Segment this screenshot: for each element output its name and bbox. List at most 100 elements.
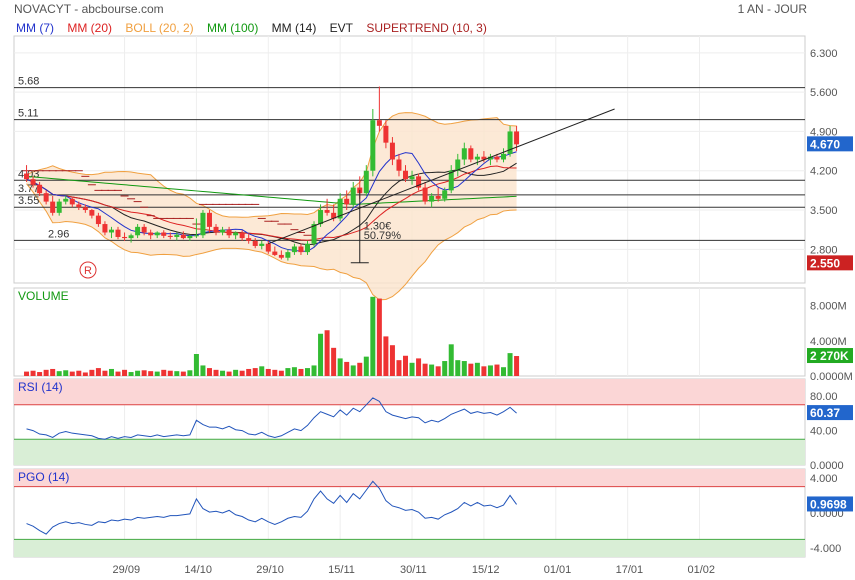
volume-bar	[318, 333, 324, 376]
x-tick-label: 17/01	[616, 564, 644, 576]
volume-bar	[311, 365, 317, 376]
candle-body	[89, 210, 95, 216]
rsi-tick: 40.00	[810, 426, 838, 438]
volume-bar	[135, 370, 141, 376]
volume-bar	[474, 362, 480, 376]
candle-body	[403, 170, 408, 180]
volume-bar	[50, 368, 56, 376]
candle-body	[422, 187, 428, 202]
candle-body	[272, 251, 278, 255]
candle-body	[206, 212, 212, 227]
volume-bar	[82, 372, 88, 376]
volume-bar	[285, 368, 291, 376]
volume-bar	[370, 296, 376, 376]
volume-bar	[383, 336, 389, 376]
candle-body	[37, 184, 43, 194]
volume-bar	[193, 354, 199, 376]
candle-body	[265, 243, 271, 252]
volume-bar	[435, 366, 441, 376]
volume-bar	[291, 367, 297, 376]
volume-bar	[448, 344, 454, 376]
volume-bar	[304, 368, 310, 376]
stock-chart[interactable]: 29/09 14/10 29/10 15/11 30/11 15/12 01/01 17/01…	[0, 0, 855, 580]
volume-bar	[43, 369, 49, 376]
volume-bar	[226, 371, 232, 376]
candle-body	[193, 235, 199, 237]
volume-bar	[278, 370, 284, 376]
volume-bar	[396, 360, 402, 376]
price-tick: 3.500	[810, 205, 838, 217]
x-tick-label: 14/10	[184, 564, 212, 576]
volume-bar	[161, 369, 167, 376]
volume-bar	[206, 368, 212, 376]
candle-body	[285, 252, 291, 258]
panel-vol	[13, 287, 806, 377]
candle-body	[252, 240, 258, 246]
volume-bar	[442, 361, 448, 376]
last-price-badge: 4.670	[810, 137, 840, 151]
candle-body	[350, 187, 356, 205]
volume-bar	[56, 371, 62, 376]
volume-tick: 8.000M	[810, 301, 847, 313]
rsi-tick: 80.00	[810, 391, 838, 403]
candle-body	[76, 204, 82, 208]
volume-bar	[272, 369, 278, 376]
x-tick-label: 29/10	[256, 564, 284, 576]
x-tick-label: 01/02	[688, 564, 716, 576]
volume-bar	[507, 353, 513, 376]
candle-body	[363, 170, 369, 194]
volume-bar	[501, 367, 507, 376]
rsi-title: RSI (14)	[18, 380, 63, 394]
candle-body	[63, 198, 69, 202]
volume-bar	[141, 370, 147, 376]
pgo-badge: 0.9698	[810, 497, 847, 511]
candle-body	[324, 210, 330, 213]
volume-bar	[337, 358, 343, 376]
candle-body	[174, 234, 180, 237]
candle-body	[396, 159, 402, 171]
volume-bar	[422, 363, 428, 376]
candle-body	[161, 232, 167, 236]
volume-bar	[376, 298, 382, 376]
candle-body	[226, 229, 232, 236]
volume-bar	[344, 361, 350, 376]
volume-bar	[180, 371, 186, 376]
candle-body	[50, 201, 56, 213]
volume-bar	[324, 330, 330, 376]
bollinger-band	[26, 112, 517, 300]
pgo-tick: 4.000	[810, 473, 838, 485]
candle-body	[213, 226, 219, 233]
volume-bar	[220, 370, 226, 376]
candle-body	[154, 232, 160, 236]
volume-bar	[429, 364, 435, 376]
volume-bar	[167, 370, 173, 376]
volume-tick: 4.000M	[810, 336, 847, 348]
candle-body	[376, 120, 382, 126]
volume-bar	[128, 372, 134, 376]
volume-bar	[95, 368, 101, 376]
candle-body	[246, 238, 252, 241]
rsi-tick: 0.0000	[810, 460, 844, 472]
annotation-percent: 50.79%	[364, 230, 402, 242]
support-label: 3.77	[18, 183, 39, 195]
candle-body	[494, 156, 500, 160]
candle-body	[187, 235, 193, 239]
candle-body	[141, 226, 147, 233]
volume-bar	[76, 370, 82, 376]
volume-bar	[252, 368, 258, 376]
volume-bar	[174, 371, 180, 376]
candle-body	[108, 229, 114, 233]
volume-bar	[69, 371, 75, 376]
volume-bar	[24, 371, 30, 376]
candle-body	[304, 243, 310, 253]
candle-body	[200, 212, 206, 236]
r-marker-label: R	[84, 265, 92, 277]
candle-body	[148, 232, 154, 236]
pgo-line	[26, 480, 517, 535]
candle-body	[344, 198, 350, 205]
candle-body	[389, 142, 395, 160]
volume-bar	[403, 355, 408, 376]
supertrend-badge: 2.550	[810, 256, 840, 270]
volume-bar	[200, 365, 206, 376]
candle-body	[180, 234, 186, 239]
